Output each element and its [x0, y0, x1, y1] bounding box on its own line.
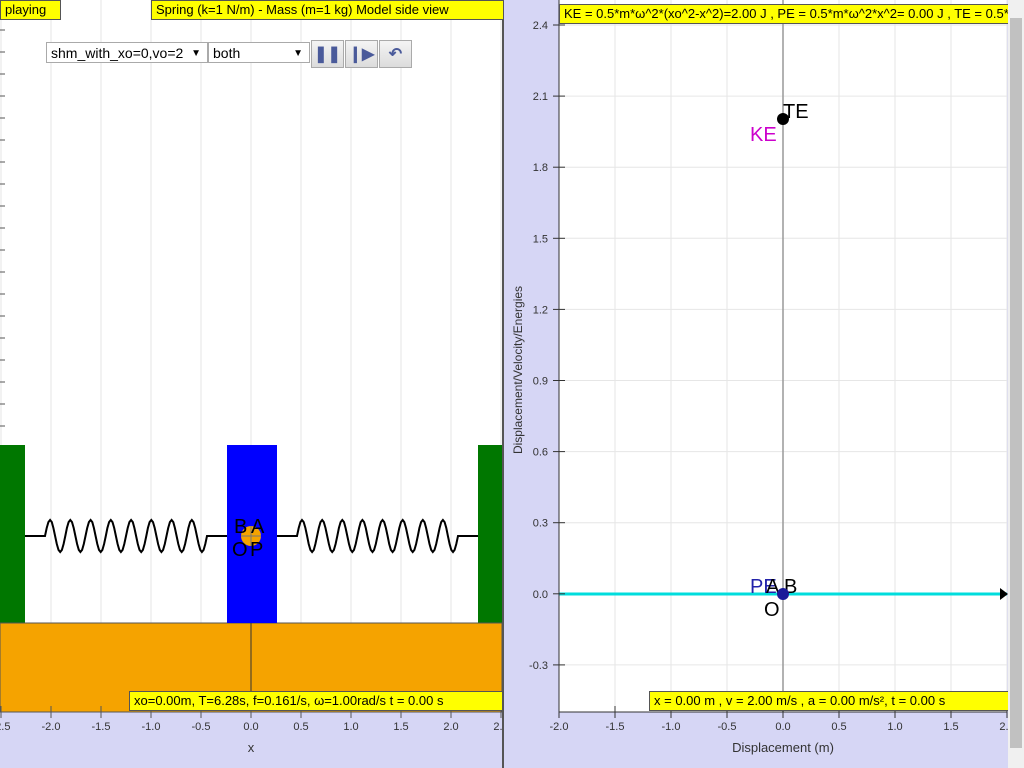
x-tick-label: 0.0 [243, 721, 258, 733]
left-wall [0, 445, 25, 623]
x-tick-label: 1.0 [887, 721, 902, 733]
x-tick-label: -1.0 [662, 721, 681, 733]
x-tick-label: 0.0 [775, 721, 790, 733]
x-tick-label: 0.5 [831, 721, 846, 733]
y-tick-label: 0.0 [533, 589, 548, 601]
step-icon: ❙▶ [348, 46, 375, 63]
y-tick-label: 1.8 [533, 162, 548, 174]
x-tick-label: -2.0 [42, 721, 61, 733]
pe-point [777, 588, 789, 600]
x-tick-label: 1.5 [943, 721, 958, 733]
label-b: B [234, 516, 247, 538]
left-title: Spring (k=1 N/m) - Mass (m=1 kg) Model s… [151, 0, 504, 20]
view-select[interactable]: both ▼ [208, 42, 310, 63]
ke-label: KE [750, 124, 777, 146]
status-label: playing [0, 0, 61, 20]
y-tick-label: 0.3 [533, 518, 548, 530]
te-label: TE [783, 101, 809, 123]
spring-mass-view: B A O P -2.5 -2.0 -1.5 -1.0 -0.5 0.0 0.5 1.0 1.5… [0, 0, 504, 768]
energy-graph: TE KE PE A B O -2.0 -1.5 -1.0 -0.5 0.0 0.5 1.0… [511, 0, 1008, 755]
right-wall [478, 445, 502, 623]
y-tick-label: 1.5 [533, 233, 548, 245]
y-axis-label: Displacement/Velocity/Energies [511, 286, 525, 454]
x-tick-label: 2.0 [443, 721, 458, 733]
left-info: xo=0.00m, T=6.28s, f=0.161/s, ω=1.00rad/… [129, 691, 503, 711]
x-tick-label: -0.5 [718, 721, 737, 733]
x-tick-label: -1.5 [606, 721, 625, 733]
y-tick-label: 2.1 [533, 91, 548, 103]
pause-button[interactable]: ❚❚ [311, 40, 344, 68]
x-tick-label: 1.5 [393, 721, 408, 733]
x-tick-label: 1.0 [343, 721, 358, 733]
x-tick-label: -1.0 [142, 721, 161, 733]
y-tick-label: 1.2 [533, 304, 548, 316]
label-p: P [250, 539, 263, 561]
o-label: O [764, 599, 780, 621]
x-tick-label: 2.0 [999, 721, 1008, 733]
reset-icon: ↶ [388, 46, 403, 63]
x-tick-label: 0.5 [293, 721, 308, 733]
x-axis-label: x [248, 740, 255, 755]
label-a: A [251, 516, 265, 538]
reset-button[interactable]: ↶ [379, 40, 412, 68]
right-title: KE = 0.5*m*ω^2*(xo^2-x^2)=2.00 J , PE = … [559, 4, 1009, 24]
x-tick-label: -0.5 [192, 721, 211, 733]
y-tick-label: -0.3 [529, 660, 548, 672]
label-o: O [232, 539, 248, 561]
step-button[interactable]: ❙▶ [345, 40, 378, 68]
y-tick-label: 2.4 [533, 20, 548, 32]
x-axis-label: Displacement (m) [732, 740, 834, 755]
right-info: x = 0.00 m , v = 2.00 m/s , a = 0.00 m/s… [649, 691, 1009, 711]
model-select[interactable]: shm_with_xo=0,vo=2 ▼ [46, 42, 208, 63]
pause-icon: ❚❚ [314, 46, 341, 63]
x-tick-label: -2.0 [550, 721, 569, 733]
scrollbar[interactable] [1008, 0, 1024, 768]
x-tick-label: -2.5 [0, 721, 10, 733]
y-tick-label: 0.9 [533, 376, 548, 388]
y-tick-label: 0.6 [533, 447, 548, 459]
x-tick-label: -1.5 [92, 721, 111, 733]
